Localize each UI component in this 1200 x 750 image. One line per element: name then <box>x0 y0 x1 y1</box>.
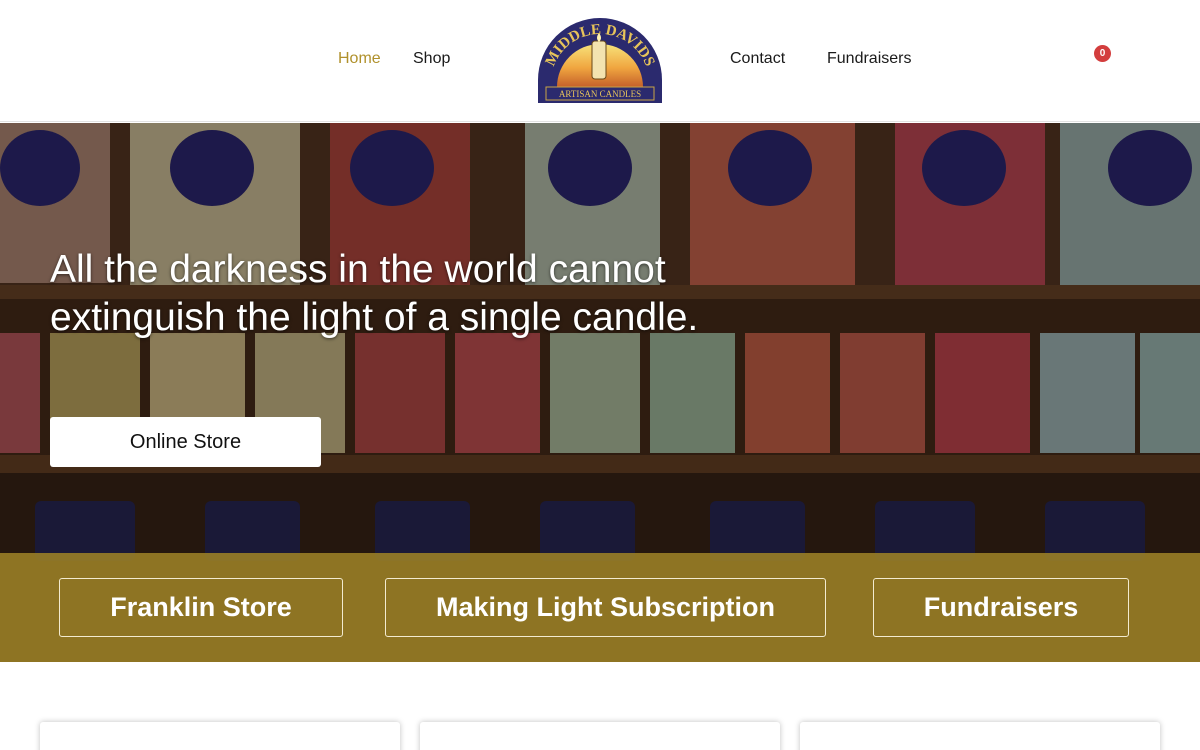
nav-shop[interactable]: Shop <box>413 50 450 68</box>
quick-links-band: Franklin Store Making Light Subscription… <box>0 553 1200 662</box>
site-logo[interactable]: ARTISAN CANDLES MIDDLE DAVIDS <box>537 17 663 103</box>
fundraisers-button[interactable]: Fundraisers <box>873 578 1129 637</box>
making-light-subscription-button[interactable]: Making Light Subscription <box>385 578 826 637</box>
nav-contact[interactable]: Contact <box>730 50 785 68</box>
feature-card[interactable] <box>40 722 400 750</box>
site-header: Home Shop ARTISAN CANDLES MIDDLE DAVIDS … <box>0 0 1200 122</box>
feature-card[interactable] <box>420 722 780 750</box>
online-store-button[interactable]: Online Store <box>50 417 321 467</box>
hero-quote: All the darkness in the world cannot ext… <box>50 248 699 339</box>
nav-fundraisers[interactable]: Fundraisers <box>827 50 911 68</box>
hero-section: All the darkness in the world cannot ext… <box>0 123 1200 662</box>
cart-badge[interactable]: 0 <box>1094 45 1111 62</box>
nav-home[interactable]: Home <box>338 50 381 68</box>
svg-text:ARTISAN CANDLES: ARTISAN CANDLES <box>559 89 641 99</box>
feature-card[interactable] <box>800 722 1160 750</box>
franklin-store-button[interactable]: Franklin Store <box>59 578 343 637</box>
